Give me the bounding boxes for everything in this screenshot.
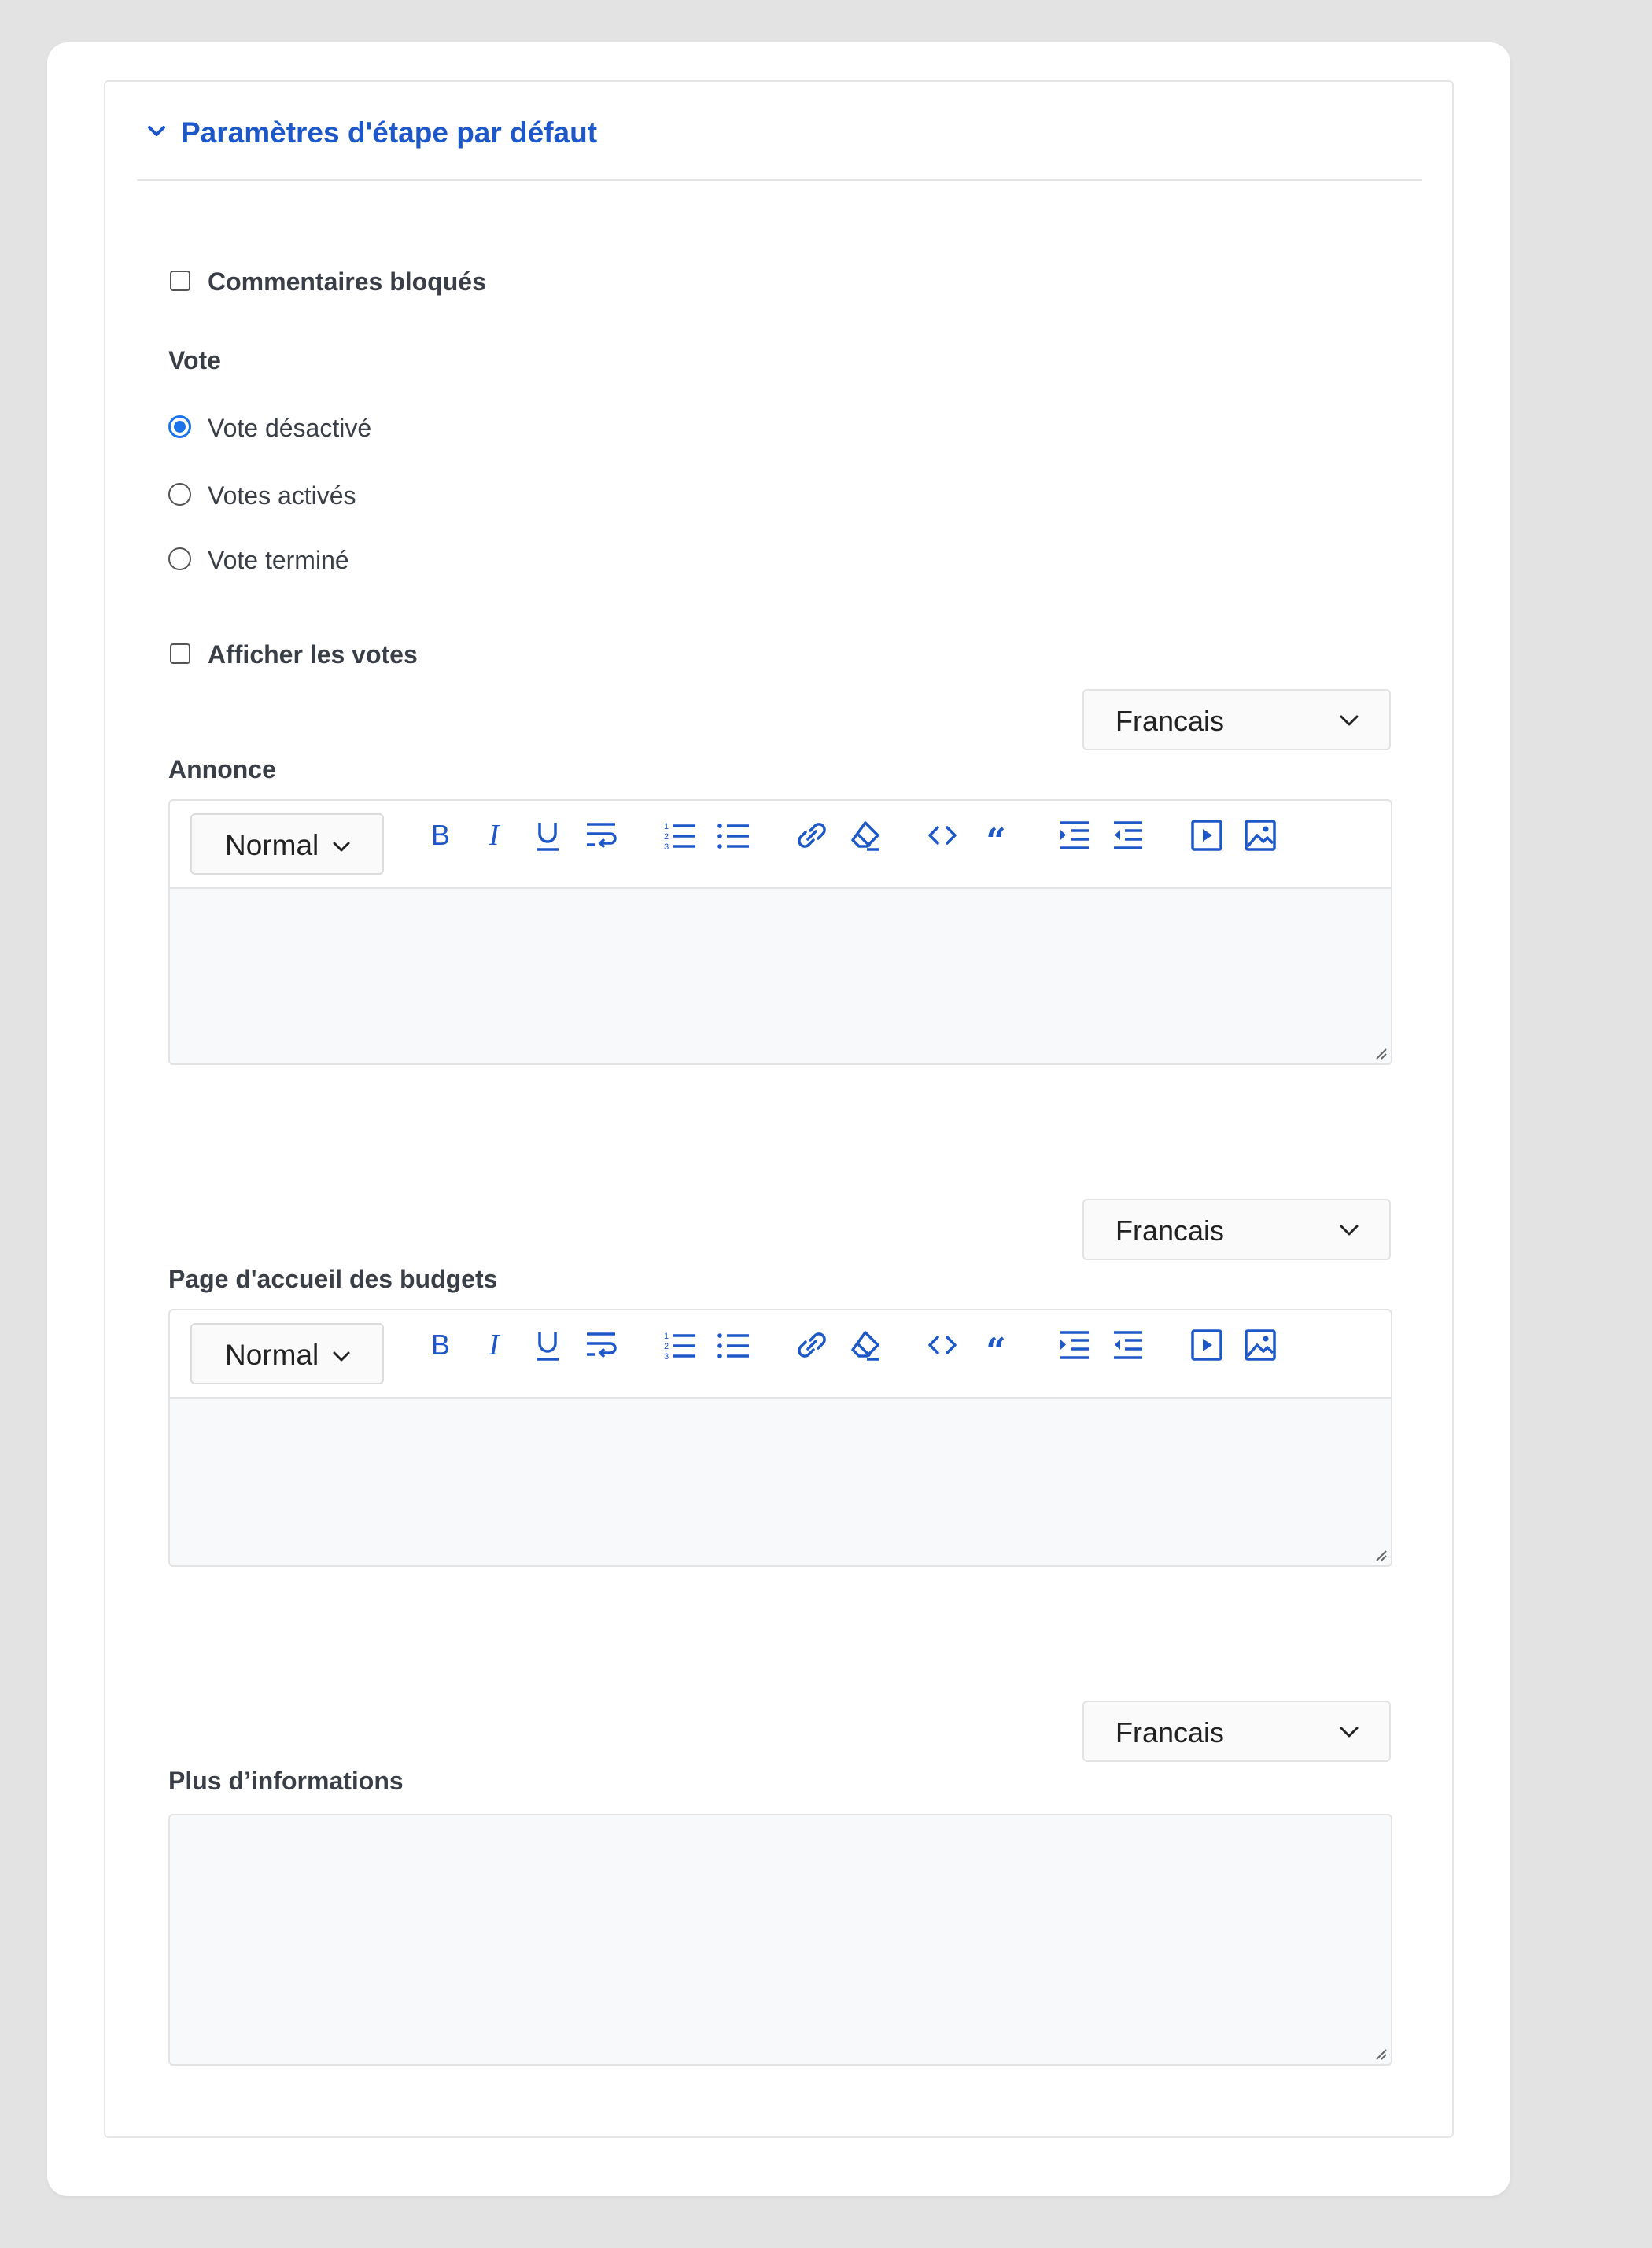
italic-icon[interactable]: I: [477, 1328, 511, 1362]
page-card: Paramètres d'étape par défaut Commentair…: [47, 42, 1510, 2196]
votes-enabled-label[interactable]: Votes activés: [208, 481, 356, 510]
line-break-icon[interactable]: [584, 818, 618, 853]
svg-text:2: 2: [664, 1342, 669, 1351]
votes-enabled-radio[interactable]: [168, 483, 191, 506]
comments-locked-label[interactable]: Commentaires bloqués: [208, 267, 486, 297]
vote-finished-radio[interactable]: [168, 547, 191, 570]
resize-handle-icon[interactable]: [1372, 1045, 1388, 1060]
svg-text:B: B: [431, 1329, 450, 1361]
more-info-textarea-body[interactable]: [170, 1815, 1391, 2064]
link-icon[interactable]: [795, 818, 829, 853]
more-info-label: Plus d’informations: [168, 1767, 404, 1795]
underline-icon[interactable]: [530, 818, 565, 853]
bullet-list-icon[interactable]: [716, 818, 750, 853]
budgets-home-editor-body[interactable]: [170, 1399, 1391, 1565]
bold-icon[interactable]: B: [423, 1328, 458, 1362]
section-title[interactable]: Paramètres d'étape par défaut: [181, 116, 597, 149]
format-value: Normal: [225, 1339, 319, 1371]
more-info-textarea[interactable]: [168, 1814, 1392, 2066]
announcement-language-select[interactable]: Francais: [1082, 689, 1391, 750]
resize-handle-icon[interactable]: [1372, 2045, 1388, 2061]
announcement-editor-body[interactable]: [170, 889, 1391, 1063]
video-icon[interactable]: [1189, 1328, 1224, 1362]
budgets-home-language-select[interactable]: Francais: [1082, 1199, 1391, 1260]
blockquote-icon[interactable]: “: [979, 1328, 1013, 1362]
resize-handle-icon[interactable]: [1372, 1546, 1388, 1562]
outdent-icon[interactable]: [1111, 1328, 1145, 1362]
svg-text:“: “: [986, 821, 1005, 853]
more-info-language-value: Francais: [1115, 1716, 1225, 1749]
chevron-down-icon[interactable]: [145, 120, 168, 143]
show-votes-label[interactable]: Afficher les votes: [208, 640, 418, 669]
clear-format-icon[interactable]: [848, 818, 883, 853]
bold-icon[interactable]: B: [423, 818, 458, 853]
editor-toolbar: Normal B I 123 “: [170, 1310, 1391, 1399]
svg-text:1: 1: [664, 1332, 669, 1341]
svg-text:2: 2: [664, 832, 669, 842]
underline-icon[interactable]: [530, 1328, 565, 1362]
section-header[interactable]: Paramètres d'étape par défaut: [105, 82, 1452, 182]
ordered-list-icon[interactable]: 123: [662, 1328, 697, 1362]
line-break-icon[interactable]: [584, 1328, 618, 1362]
chevron-down-icon: [333, 842, 350, 852]
format-value: Normal: [225, 829, 319, 861]
svg-text:I: I: [489, 819, 501, 852]
indent-icon[interactable]: [1057, 1328, 1092, 1362]
chevron-down-icon: [1340, 715, 1359, 726]
chevron-down-icon: [1340, 1225, 1359, 1236]
show-votes-checkbox[interactable]: [170, 643, 190, 664]
announcement-language-value: Francais: [1115, 705, 1225, 737]
italic-icon[interactable]: I: [477, 818, 511, 853]
svg-text:I: I: [489, 1329, 501, 1362]
svg-text:3: 3: [664, 842, 669, 852]
blockquote-icon[interactable]: “: [979, 818, 1013, 853]
header-divider: [137, 179, 1422, 181]
svg-text:1: 1: [664, 822, 669, 831]
budgets-home-label: Page d'accueil des budgets: [168, 1265, 498, 1293]
vote-finished-label[interactable]: Vote terminé: [208, 546, 349, 575]
indent-icon[interactable]: [1057, 818, 1092, 853]
outdent-icon[interactable]: [1111, 818, 1145, 853]
video-icon[interactable]: [1189, 818, 1224, 853]
code-icon[interactable]: [925, 818, 960, 853]
image-icon[interactable]: [1243, 1328, 1278, 1362]
budgets-home-editor: Normal B I 123 “: [168, 1309, 1392, 1567]
format-select[interactable]: Normal: [190, 1323, 384, 1384]
comments-locked-checkbox[interactable]: [170, 271, 190, 291]
svg-text:3: 3: [664, 1352, 669, 1362]
format-select[interactable]: Normal: [190, 813, 384, 875]
editor-toolbar: Normal B I 123 “: [170, 801, 1391, 889]
chevron-down-icon: [1340, 1727, 1359, 1738]
vote-heading: Vote: [168, 346, 221, 374]
link-icon[interactable]: [795, 1328, 829, 1362]
image-icon[interactable]: [1243, 818, 1278, 853]
clear-format-icon[interactable]: [848, 1328, 883, 1362]
code-icon[interactable]: [925, 1328, 960, 1362]
vote-disabled-radio[interactable]: [168, 415, 191, 438]
more-info-language-select[interactable]: Francais: [1082, 1701, 1391, 1762]
ordered-list-icon[interactable]: 123: [662, 818, 697, 853]
vote-disabled-label[interactable]: Vote désactivé: [208, 414, 371, 443]
announcement-editor: Normal B I 123 “: [168, 799, 1392, 1065]
svg-text:“: “: [986, 1331, 1005, 1362]
svg-text:B: B: [431, 819, 450, 851]
bullet-list-icon[interactable]: [716, 1328, 750, 1362]
budgets-home-language-value: Francais: [1115, 1214, 1225, 1247]
default-step-settings-panel: Paramètres d'étape par défaut Commentair…: [104, 80, 1454, 2138]
announcement-label: Annonce: [168, 755, 276, 783]
chevron-down-icon: [333, 1351, 350, 1362]
